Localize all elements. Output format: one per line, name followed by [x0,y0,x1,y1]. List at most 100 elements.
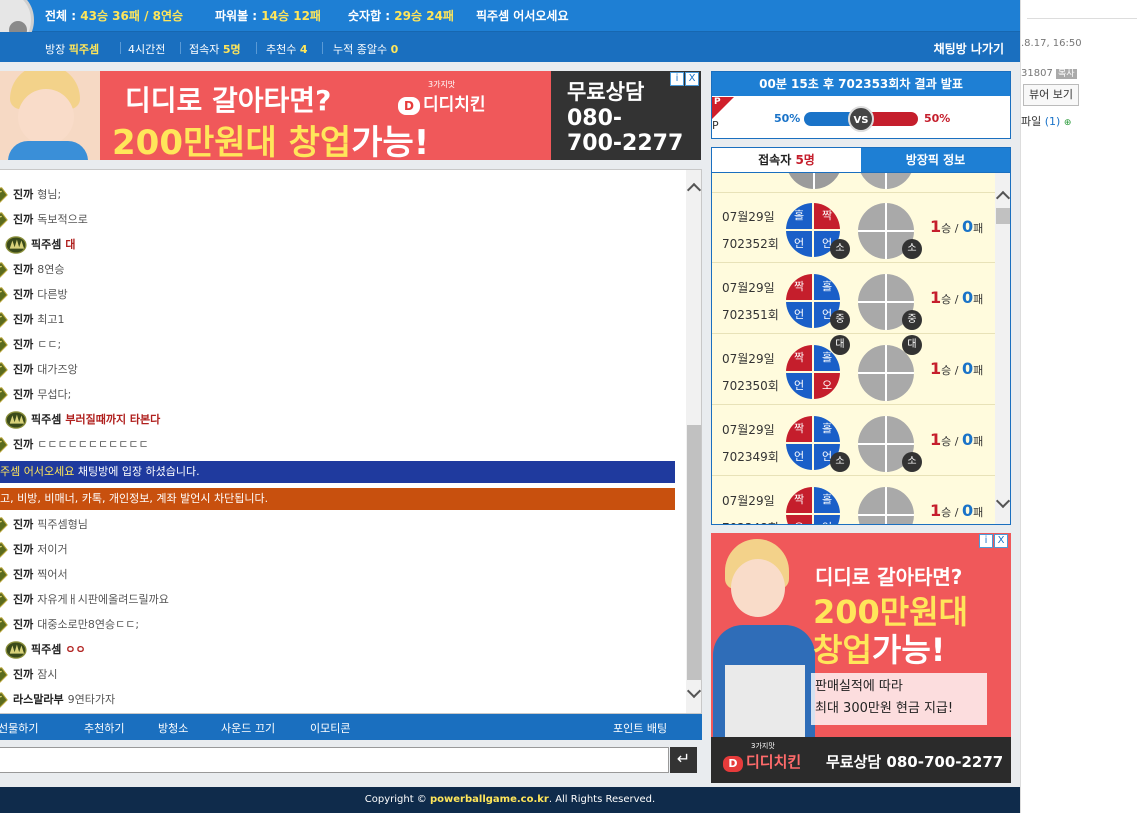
tab-users[interactable]: 접속자 5명 [712,148,861,172]
chat-nick[interactable]: 라스말라부 [13,693,64,706]
pick-row: 07월29일 702352회 홀 짝 언 언 소 소 1승 / 0패 [712,193,995,263]
picks-scroll-thumb[interactable] [996,208,1010,224]
side-code: 31807 복사 [1021,68,1077,79]
stats-bar: 전체 : 43승 36패 / 8연승 파워볼 : 14승 12패 숫자합 : 2… [0,0,1020,48]
scroll-down-icon[interactable] [686,683,701,699]
ad-side-line3: 창업가능! [813,631,946,669]
chat-nick[interactable]: 진까 [13,388,33,401]
picks-scrollbar[interactable] [995,173,1010,524]
chat-nick[interactable]: 진까 [13,338,33,351]
chat-nick[interactable]: 진까 [13,543,33,556]
pick-date: 07월29일 [722,352,775,366]
time-info: 4시간전 [128,43,166,56]
chat-text: 형님; [37,188,62,201]
chat-nick[interactable]: 진까 [13,313,33,326]
pick-row: 07월29일 702349회 짝 홀 언 언 소 소 1승 / 0패 [712,406,995,476]
chat-nick[interactable]: 진까 [13,188,33,201]
chat-nick[interactable]: 진까 [13,213,33,226]
ad-close-icon[interactable]: X [685,72,699,86]
chat-nick[interactable]: 진까 [13,593,33,606]
scroll-up-icon[interactable] [686,182,701,198]
exit-room-button[interactable]: 채팅방 나가기 [934,40,1004,57]
chat-message: 진까 저이거 [0,537,686,562]
pick-quadrant: 짝 [786,416,812,442]
pick-quadrant: 언 [786,444,812,470]
chat-text: 잠시 [37,668,58,681]
chat-nick[interactable]: 진까 [13,263,33,276]
ad-headline: 디디로 갈아타면? [125,84,332,117]
chat-nick[interactable]: 진까 [13,288,33,301]
banner-ad-side[interactable]: 디디로 갈아타면? 200만원대 창업가능! 판매실적에 따라 최대 300만원… [711,533,1011,783]
chat-message: 진까 최고1 [0,307,686,332]
visitors-info: 누적 종알수 0 [333,43,399,56]
ad-info-icon[interactable]: i [670,72,684,86]
chat-text: 독보적으로 [37,213,88,226]
pick-score: 1승 / 0패 [930,359,984,378]
recommend-button[interactable]: 추천하기 [84,720,124,736]
banner-ad-top[interactable]: 디디로 갈아타면? 200만원대 창업가능! 3가지맛 D 디디치킨 무료상담 0… [0,71,701,160]
chat-nick[interactable]: 픽주셈 [31,643,61,656]
pick-quadrant: 짝 [786,274,812,300]
chat-text: 저이거 [37,543,68,556]
host-badge-icon [0,236,31,254]
chat-nick[interactable]: 진까 [13,518,33,531]
chat-message: 진까 ㄷㄷㄷㄷㄷㄷㄷㄷㄷㄷㄷ [0,432,686,457]
footer: Copyright © powerballgame.co.kr. All Rig… [0,787,1020,813]
gift-button[interactable]: 선물하기 [0,720,38,736]
chat-message: 진까 8연승 [0,257,686,282]
pick-quadrant: 언 [786,373,812,399]
send-icon[interactable]: ↵ [670,747,697,773]
chat-message: 진까 무섭다; [0,382,686,407]
left-bar [804,112,852,126]
chat-input[interactable] [0,747,669,773]
picks-scroll-up-icon[interactable] [995,190,1010,206]
viewer-button[interactable]: 뷰어 보기 [1023,84,1079,106]
chat-text: ㄷㄷㄷㄷㄷㄷㄷㄷㄷㄷㄷ [37,438,149,451]
rank-badge-icon [0,212,13,228]
chat-nick[interactable]: 픽주셈 [31,238,61,251]
chat-message: 진까 자유게ㅐ시판에올려드릴까요 [0,587,686,612]
pick-quadrant: 홀 [814,416,840,442]
point-bet-button[interactable]: 포인트 배팅 [613,720,667,736]
clean-button[interactable]: 방청소 [158,720,188,736]
notice-warning: 고, 비방, 비매너, 카톡, 개인정보, 계좌 발언시 차단됩니다. [0,488,675,510]
side-file[interactable]: 파일 (1) ⊕ [1021,113,1071,129]
pick-round: 702351회 [722,308,779,322]
ad-side-close-icon[interactable]: X [994,534,1008,548]
chat-text: 픽주셈형님 [37,518,88,531]
chat-nick[interactable]: 진까 [13,363,33,376]
chat-nick[interactable]: 진까 [13,618,33,631]
tab-host-pick[interactable]: 방장픽 정보 [861,148,1010,172]
picks-scroll-down-icon[interactable] [995,493,1010,509]
pick-quadrant: 언 [814,515,840,524]
chat-nick[interactable]: 픽주셈 [31,413,61,426]
chat-text: 무섭다; [37,388,72,401]
emoticon-button[interactable]: 이모티콘 [310,720,350,736]
chat-toolbar: 선물하기 추천하기 방청소 사운드 끄기 이모티콘 포인트 배팅 [0,714,702,740]
side-time: .8.17, 16:50 [1021,38,1082,49]
size-badge: 소 [830,239,850,259]
pick-date: 07월29일 [722,494,775,508]
chat-nick[interactable]: 진까 [13,668,33,681]
pick-quadrant: 언 [786,231,812,257]
scroll-thumb[interactable] [687,425,701,680]
chat-scrollbar[interactable] [686,170,701,713]
pick-quadrant: 짝 [814,203,840,229]
ad-side-info-icon[interactable]: i [979,534,993,548]
chat-text: 대가즈앙 [37,363,78,376]
chat-nick[interactable]: 진까 [13,438,33,451]
chat-message: 진까 다른방 [0,282,686,307]
chat-message: 진까 대중소로만8연승ㄷㄷ; [0,612,686,637]
pick-quadrant: 짝 [786,345,812,371]
welcome-text: 픽주셈 어서오세요 [476,9,569,23]
pick-quadrant: 오 [786,515,812,524]
pick-ball: 짝홀오언 [786,487,840,524]
size-badge: 소 [830,452,850,472]
chat-message: 진까 독보적으로 [0,207,686,232]
pick-quadrant: 언 [786,302,812,328]
host-badge-icon [0,641,31,659]
chat-nick[interactable]: 진까 [13,568,33,581]
sound-off-button[interactable]: 사운드 끄기 [221,720,275,736]
recommend-info: 추천수 4 [266,43,308,56]
dd-logo-side-icon: D [723,756,743,772]
